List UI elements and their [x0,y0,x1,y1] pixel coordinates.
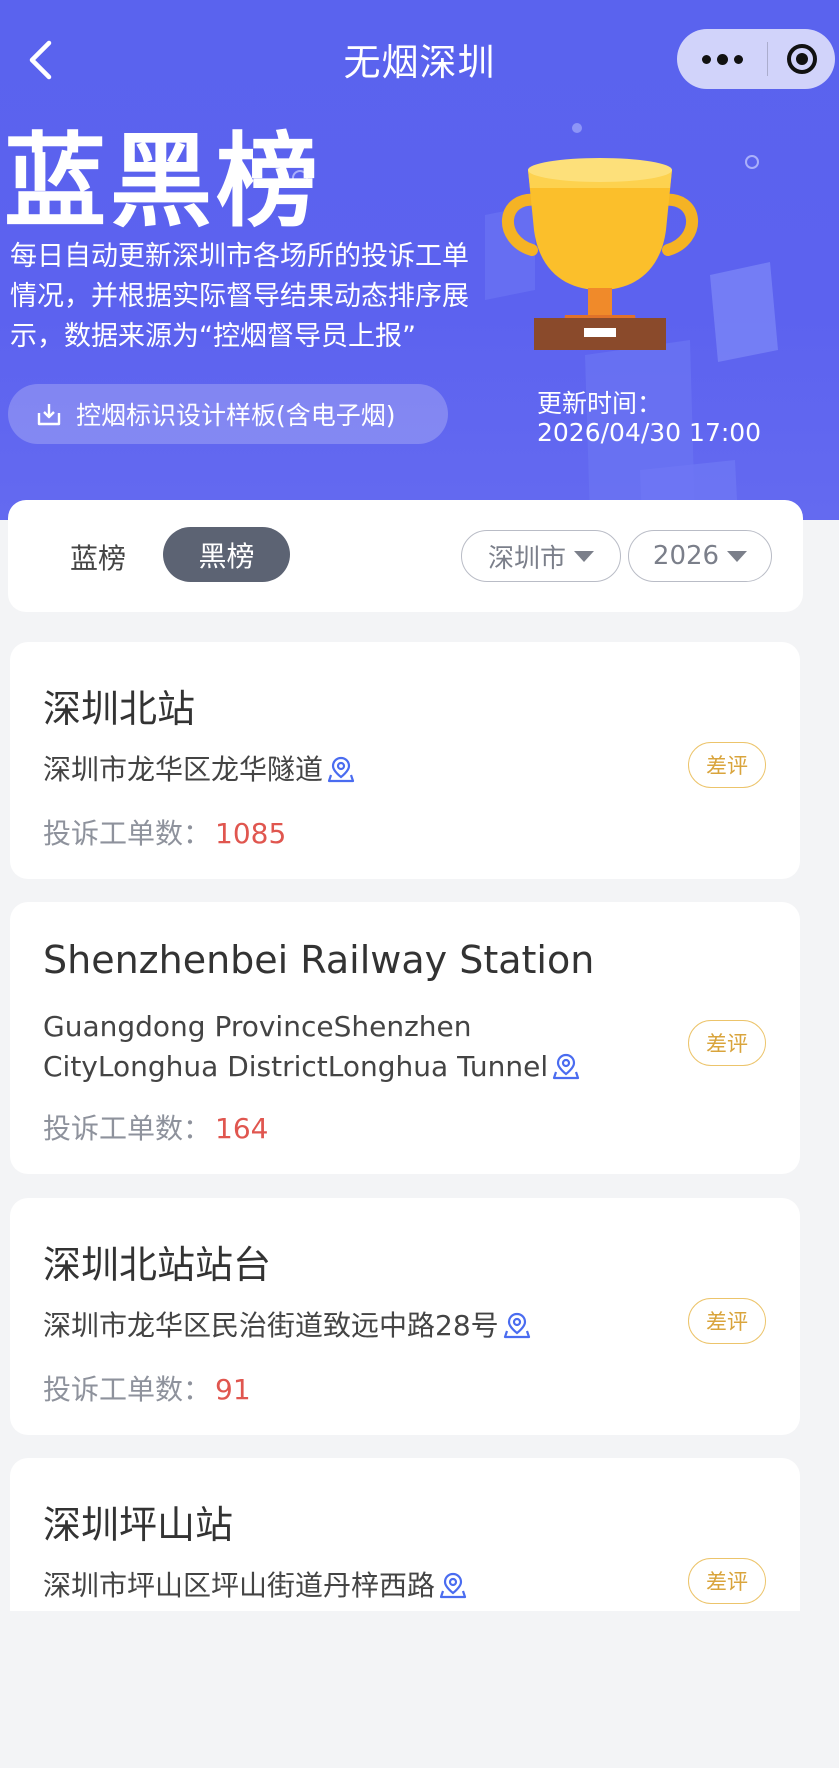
map-pin-icon[interactable] [439,1571,467,1599]
mini-program-capsule [677,29,835,89]
template-button-label: 控烟标识设计样板(含电子烟) [76,401,396,430]
year-select-value: 2026 [652,541,720,571]
status-badge: 差评 [688,1558,766,1604]
address-line: 深圳市坪山区坪山街道丹梓西路 [43,1569,436,1602]
complaint-count-label: 投诉工单数： [43,817,212,850]
map-pin-icon[interactable] [327,755,355,783]
city-select[interactable]: 深圳市 [461,530,621,582]
update-time-label: 更新时间： [537,389,663,418]
address-line: CityLonghua DistrictLonghua Tunnel [43,1050,549,1083]
more-dots-icon [701,53,743,65]
address-line: 深圳市龙华区龙华隧道 [43,753,324,786]
caret-down-icon [727,550,748,562]
status-badge: 差评 [688,1020,766,1066]
map-pin-icon[interactable] [503,1311,531,1339]
more-button[interactable] [677,53,767,65]
place-name: 深圳坪山站 [43,1503,234,1547]
place-name: 深圳北站站台 [43,1243,272,1287]
place-address: 深圳市龙华区龙华隧道 [43,750,603,790]
list-item[interactable]: 深圳北站站台 深圳市龙华区民治街道致远中路28号 投诉工单数： 91 差评 [10,1198,800,1435]
intro-line: 示，数据来源为“控烟督导员上报” [10,321,416,352]
place-address: 深圳市龙华区民治街道致远中路28号 [43,1306,603,1346]
map-pin-icon[interactable] [552,1052,580,1080]
address-line: 深圳市龙华区民治街道致远中路28号 [43,1309,499,1342]
template-download-button[interactable]: 控烟标识设计样板(含电子烟) [8,384,448,444]
complaint-count-label: 投诉工单数： [43,1373,212,1406]
target-icon [786,44,817,74]
complaint-count-value: 91 [215,1373,251,1406]
list-item[interactable]: Shenzhenbei Railway Station Guangdong Pr… [10,902,800,1174]
place-address: Guangdong ProvinceShenzhen CityLonghua D… [43,1007,603,1087]
complaint-count: 投诉工单数： 164 [43,1107,268,1147]
list-item[interactable]: 深圳坪山站 深圳市坪山区坪山街道丹梓西路 差评 [10,1458,800,1611]
complaint-count: 投诉工单数： 91 [43,1368,251,1408]
year-select[interactable]: 2026 [628,530,772,582]
address-line: Guangdong ProvinceShenzhen [43,1010,472,1043]
hero-intro: 每日自动更新深圳市各场所的投诉工单 情况，并根据实际督导结果动态排序展 示，数据… [10,237,550,357]
complaint-count-value: 1085 [215,817,287,850]
complaint-count-value: 164 [215,1112,269,1145]
city-select-value: 深圳市 [487,543,566,574]
complaint-count: 投诉工单数： 1085 [43,812,286,852]
place-name: 深圳北站 [43,687,196,731]
trophy-icon [501,158,699,350]
tab-black-list[interactable]: 黑榜 [163,527,290,582]
intro-line: 每日自动更新深圳市各场所的投诉工单 [10,241,469,272]
complaint-count-label: 投诉工单数： [43,1112,212,1145]
place-address: 深圳市坪山区坪山街道丹梓西路 [43,1566,603,1606]
filter-bar: 蓝榜 黑榜 深圳市 2026 [8,500,803,612]
status-badge: 差评 [688,1298,766,1344]
place-name: Shenzhenbei Railway Station [43,938,595,982]
list-item[interactable]: 深圳北站 深圳市龙华区龙华隧道 投诉工单数： 1085 差评 [10,642,800,879]
update-time-value: 2026/04/30 17:00 [537,418,762,447]
hero-title: 蓝黑榜 [4,123,322,242]
download-icon [37,404,61,426]
hero-banner: 无烟深圳 蓝黑榜 每日自动更新深圳市各场所的投诉工单 情况，并根据实际督导结果动… [0,0,839,520]
tab-blue-list[interactable]: 蓝榜 [70,537,126,577]
intro-line: 情况，并根据实际督导结果动态排序展 [10,281,469,312]
caret-down-icon [574,550,594,562]
status-badge: 差评 [688,742,766,788]
close-button[interactable] [768,42,835,76]
